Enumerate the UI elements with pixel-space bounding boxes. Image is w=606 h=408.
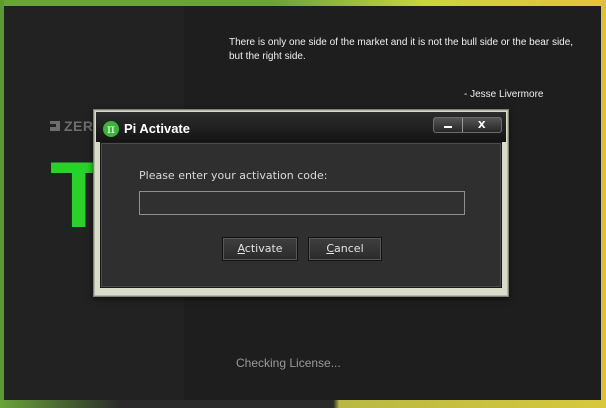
cancel-accelerator: C <box>326 242 335 255</box>
brand-mark-icon <box>50 121 60 131</box>
desktop-bottom-edge <box>0 400 606 408</box>
cancel-label: ancel <box>334 242 364 255</box>
close-icon: X <box>477 119 486 131</box>
cancel-button[interactable]: Cancel <box>308 237 382 261</box>
activate-accelerator: A <box>237 242 245 255</box>
activate-button[interactable]: Activate <box>222 237 298 261</box>
brand-logo: ZER <box>50 118 94 134</box>
activate-label: ctivate <box>244 242 283 255</box>
brand-text: ZER <box>64 118 94 134</box>
activation-code-input[interactable] <box>139 191 465 215</box>
license-status: Checking License... <box>236 356 341 370</box>
minimize-button[interactable] <box>434 118 463 132</box>
minimize-icon <box>443 126 452 128</box>
dialog-title-bar[interactable]: π Pi Activate X <box>96 112 506 142</box>
splash-quote-author: - Jesse Livermore <box>464 89 544 100</box>
close-button[interactable]: X <box>462 118 501 132</box>
splash-quote: There is only one side of the market and… <box>229 37 574 62</box>
dialog-content: Please enter your activation code: Activ… <box>100 142 502 288</box>
activation-prompt: Please enter your activation code: <box>139 169 328 182</box>
activate-dialog: π Pi Activate X Please enter your activa… <box>93 109 509 297</box>
window-controls: X <box>433 117 502 133</box>
desktop-right-edge <box>601 0 606 408</box>
dialog-title: Pi Activate <box>124 121 190 136</box>
pi-app-icon: π <box>103 121 119 137</box>
